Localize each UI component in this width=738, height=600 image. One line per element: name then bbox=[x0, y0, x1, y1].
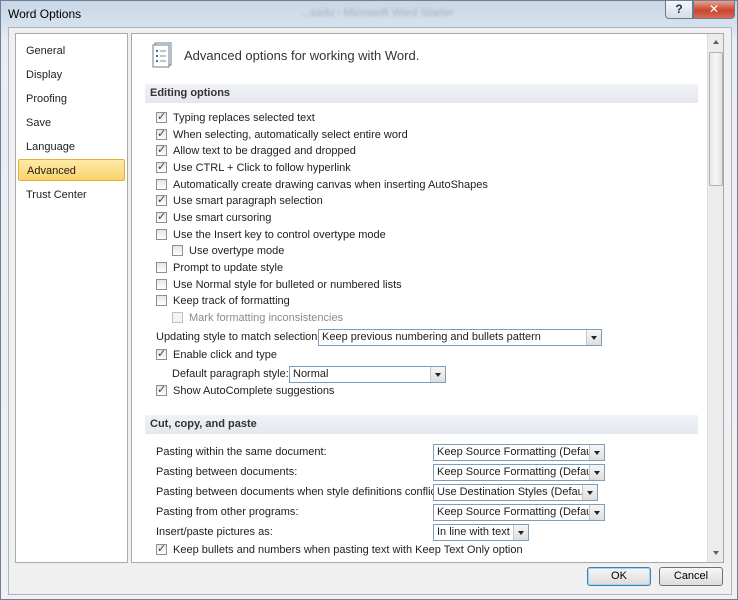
chevron-down-icon[interactable] bbox=[513, 525, 528, 540]
title-bar[interactable]: Word Options ...sadu - Microsoft Word St… bbox=[1, 1, 737, 27]
paste-other-programs-dropdown[interactable]: Keep Source Formatting (Default) bbox=[433, 504, 605, 521]
word-options-dialog: Word Options ...sadu - Microsoft Word St… bbox=[0, 0, 738, 600]
chevron-down-icon[interactable] bbox=[586, 330, 601, 345]
checkbox[interactable] bbox=[156, 160, 167, 173]
checkbox[interactable] bbox=[156, 347, 167, 360]
ok-button[interactable]: OK bbox=[587, 567, 651, 586]
checkbox[interactable] bbox=[156, 143, 167, 156]
updating-style-label: Updating style to match selection: bbox=[156, 331, 321, 343]
checkbox[interactable] bbox=[156, 127, 167, 140]
options-content: Advanced options for working with Word. … bbox=[131, 33, 724, 563]
paste-style-conflict-dropdown[interactable]: Use Destination Styles (Default) bbox=[433, 484, 598, 501]
checkbox[interactable] bbox=[156, 262, 167, 273]
dialog-body: General Display Proofing Save Language A… bbox=[8, 27, 732, 595]
chevron-down-icon[interactable] bbox=[582, 485, 597, 500]
chevron-down-icon[interactable] bbox=[589, 505, 604, 520]
chevron-down-icon[interactable] bbox=[589, 465, 604, 480]
chevron-down-icon[interactable] bbox=[430, 367, 445, 382]
window-title: Word Options bbox=[8, 7, 82, 21]
document-options-icon bbox=[152, 42, 172, 68]
paste-row-label: Pasting within the same document: bbox=[156, 446, 327, 458]
background-window-title: ...sadu - Microsoft Word Starter bbox=[301, 7, 454, 19]
scroll-up-arrow-icon[interactable] bbox=[708, 34, 723, 51]
help-button[interactable]: ? bbox=[665, 1, 693, 19]
page-title: Advanced options for working with Word. bbox=[184, 48, 420, 63]
sidebar-item-proofing[interactable]: Proofing bbox=[18, 88, 125, 110]
sidebar-item-display[interactable]: Display bbox=[18, 64, 125, 86]
paste-row-label: Pasting between documents: bbox=[156, 466, 298, 478]
default-paragraph-dropdown[interactable]: Normal bbox=[289, 366, 446, 383]
checkbox[interactable] bbox=[156, 279, 167, 290]
checkbox[interactable] bbox=[156, 383, 167, 396]
close-button[interactable]: ✕ bbox=[693, 1, 735, 19]
paste-same-document-dropdown[interactable]: Keep Source Formatting (Default) bbox=[433, 444, 605, 461]
section-cut-copy-paste: Cut, copy, and paste bbox=[145, 415, 698, 434]
checkbox[interactable] bbox=[156, 229, 167, 240]
checkbox[interactable] bbox=[172, 245, 183, 256]
scroll-down-arrow-icon[interactable] bbox=[708, 545, 723, 562]
section-editing-options: Editing options bbox=[145, 84, 698, 103]
sidebar-item-save[interactable]: Save bbox=[18, 112, 125, 134]
cancel-button[interactable]: Cancel bbox=[659, 567, 723, 586]
scrollbar-thumb[interactable] bbox=[709, 52, 723, 186]
paste-row-label: Pasting from other programs: bbox=[156, 506, 299, 518]
sidebar-item-advanced[interactable]: Advanced bbox=[18, 159, 125, 181]
checkbox[interactable] bbox=[156, 110, 167, 123]
options-sidebar: General Display Proofing Save Language A… bbox=[15, 33, 128, 563]
vertical-scrollbar[interactable] bbox=[707, 34, 723, 562]
checkbox[interactable] bbox=[156, 295, 167, 306]
checkbox[interactable] bbox=[156, 542, 167, 555]
paste-between-documents-dropdown[interactable]: Keep Source Formatting (Default) bbox=[433, 464, 605, 481]
checkbox[interactable] bbox=[156, 210, 167, 223]
paste-row-label: Pasting between documents when style def… bbox=[156, 486, 443, 498]
sidebar-item-language[interactable]: Language bbox=[18, 136, 125, 158]
checkbox bbox=[172, 312, 183, 323]
default-paragraph-label: Default paragraph style: bbox=[172, 368, 289, 380]
chevron-down-icon[interactable] bbox=[589, 445, 604, 460]
paste-row-label: Insert/paste pictures as: bbox=[156, 526, 273, 538]
checkbox[interactable] bbox=[156, 179, 167, 190]
paste-pictures-dropdown[interactable]: In line with text bbox=[433, 524, 529, 541]
updating-style-dropdown[interactable]: Keep previous numbering and bullets patt… bbox=[318, 329, 602, 346]
checkbox[interactable] bbox=[156, 193, 167, 206]
sidebar-item-general[interactable]: General bbox=[18, 40, 125, 62]
sidebar-item-trust-center[interactable]: Trust Center bbox=[18, 184, 125, 206]
